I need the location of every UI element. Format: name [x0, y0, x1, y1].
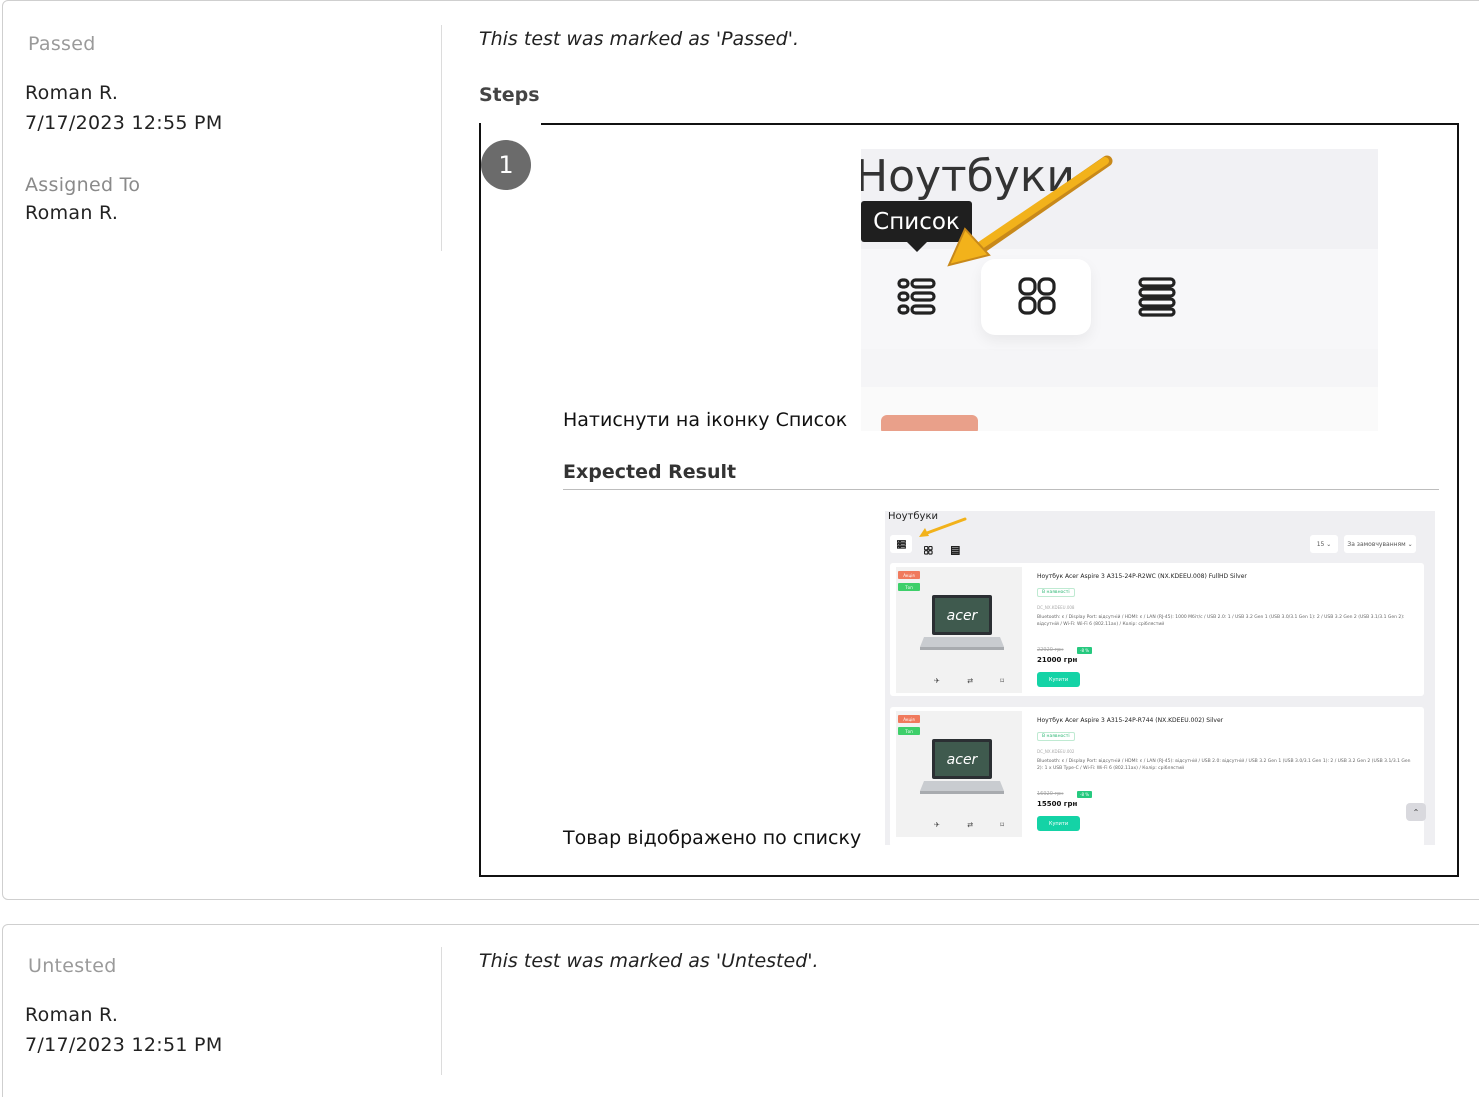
product-actions: ✈ ⇄ ⌑ — [934, 677, 1004, 689]
availability-badge: В наявності — [1037, 732, 1075, 741]
old-price: 16920 грн — [1037, 791, 1064, 797]
sale-badge: Акція — [898, 715, 920, 723]
product-code: DC_NX.KDEEU.002 — [1037, 749, 1075, 754]
buy-button[interactable]: Купити — [1037, 816, 1080, 831]
compact-list-button[interactable] — [950, 540, 960, 559]
laptop-image-icon: acer — [920, 739, 1004, 794]
expected-result-screenshot[interactable]: Ноутбуки 15 ⌄ За замовчуванням ⌄ Акція Т… — [885, 511, 1435, 845]
grid-view-icon — [923, 545, 933, 555]
compare-icon[interactable]: ⇄ — [967, 677, 973, 689]
product-image[interactable]: Акція Топ acer ✈ ⇄ ⌑ — [896, 711, 1022, 837]
availability-badge: В наявності — [1037, 588, 1075, 597]
test-result-card-passed: Passed Roman R. 7/17/2023 12:55 PM Assig… — [2, 0, 1479, 900]
buy-button[interactable]: Купити — [1037, 672, 1080, 687]
product-specs: Bluetooth: є / Display Port: відсутній /… — [1037, 615, 1405, 627]
steps-heading: Steps — [479, 84, 540, 106]
laptop-image-icon: acer — [920, 595, 1004, 650]
product-name[interactable]: Ноутбук Acer Aspire 3 A315-24P-R2WC (NX.… — [1037, 573, 1247, 580]
assigned-to-label: Assigned To — [25, 174, 141, 196]
expected-result-divider — [563, 489, 1439, 490]
timestamp: 7/17/2023 12:55 PM — [25, 112, 223, 134]
step-description: Натиснути на іконку Список — [563, 409, 848, 431]
test-result-card-untested: Untested Roman R. 7/17/2023 12:51 PM Thi… — [2, 924, 1479, 1097]
author-name[interactable]: Roman R. — [25, 82, 118, 104]
product-row: Акція Топ acer ✈ ⇄ ⌑ Ноутбук Acer Aspire… — [890, 707, 1424, 845]
list-view-button[interactable] — [890, 535, 912, 553]
list-view-icon — [896, 539, 906, 549]
product-name[interactable]: Ноутбук Acer Aspire 3 A315-24P-R744 (NX.… — [1037, 717, 1223, 724]
product-price: 21000 грн — [1037, 656, 1078, 664]
scroll-up-button[interactable]: ⌃ — [1406, 803, 1426, 821]
per-page-value: 15 — [1316, 540, 1325, 548]
column-divider — [441, 25, 442, 251]
result-comment: This test was marked as 'Passed'. — [479, 28, 799, 50]
product-image[interactable]: Акція Топ acer ✈ ⇄ ⌑ — [896, 567, 1022, 693]
per-page-select[interactable]: 15 ⌄ — [1310, 535, 1338, 553]
product-row: Акція Топ acer ✈ ⇄ ⌑ Ноутбук Acer Aspire… — [890, 563, 1424, 696]
step-number-badge: 1 — [481, 140, 531, 190]
top-badge: Топ — [898, 727, 920, 735]
sort-select[interactable]: За замовчуванням ⌄ — [1344, 535, 1416, 553]
step-container: 1 Ноутбуки Список Натиснути на іконку Сп… — [479, 123, 1459, 877]
border-gap — [481, 123, 541, 126]
product-code: DC_NX.KDEEU.008 — [1037, 605, 1075, 610]
status-label: Untested — [28, 955, 117, 977]
compare-icon[interactable]: ⇄ — [967, 821, 973, 833]
svg-text:acer: acer — [947, 752, 979, 768]
discount-badge: -8 % — [1077, 647, 1093, 654]
sort-value: За замовчуванням — [1347, 540, 1406, 548]
status-label: Passed — [28, 33, 96, 55]
highlight-arrow-icon — [947, 155, 1113, 267]
bookmark-icon[interactable]: ⌑ — [1000, 821, 1004, 833]
expected-result-heading: Expected Result — [563, 461, 737, 483]
product-price: 15500 грн — [1037, 800, 1078, 808]
old-price: 22920 грн — [1037, 647, 1064, 653]
send-icon[interactable]: ✈ — [934, 821, 940, 833]
result-comment: This test was marked as 'Untested'. — [479, 950, 819, 972]
send-icon[interactable]: ✈ — [934, 677, 940, 689]
grid-view-button[interactable] — [923, 540, 933, 559]
bookmark-icon[interactable]: ⌑ — [1000, 677, 1004, 689]
step-screenshot[interactable]: Ноутбуки Список — [861, 149, 1378, 431]
timestamp: 7/17/2023 12:51 PM — [25, 1034, 223, 1056]
view-controls: 15 ⌄ За замовчуванням ⌄ — [890, 535, 1426, 556]
product-specs: Bluetooth: є / Display Port: відсутній /… — [1037, 759, 1411, 771]
sale-badge: Акція — [898, 571, 920, 579]
column-divider — [441, 947, 442, 1075]
svg-text:acer: acer — [947, 608, 979, 624]
expected-result-text: Товар відображено по списку — [563, 827, 862, 849]
chevron-up-icon: ⌃ — [1412, 807, 1420, 817]
author-name[interactable]: Roman R. — [25, 1004, 118, 1026]
top-badge: Топ — [898, 583, 920, 591]
product-actions: ✈ ⇄ ⌑ — [934, 821, 1004, 833]
discount-badge: -8 % — [1077, 791, 1093, 798]
compact-list-icon — [950, 545, 960, 556]
assigned-to-name[interactable]: Roman R. — [25, 202, 118, 224]
